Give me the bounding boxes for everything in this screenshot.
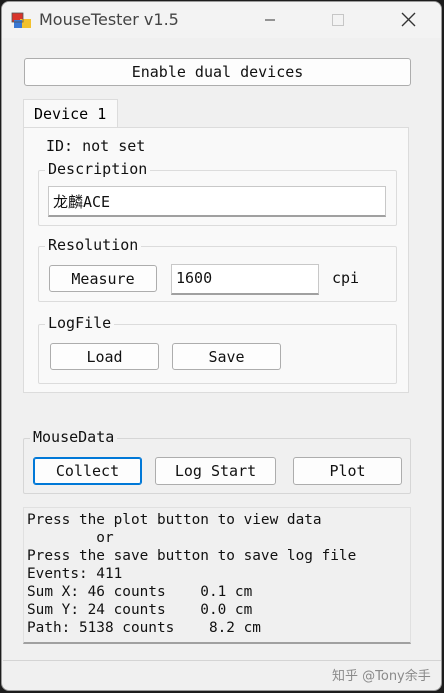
output-line: Press the plot button to view data [27, 512, 322, 528]
save-button[interactable]: Save [172, 343, 281, 370]
minimize-icon [265, 19, 275, 21]
output-line: Path: 5138 counts 8.2 cm [27, 620, 261, 636]
output-line: Press the save button to save log file [27, 548, 357, 564]
minimize-button[interactable] [247, 2, 293, 38]
status-separator [3, 660, 441, 661]
maximize-icon [332, 14, 344, 26]
measure-button[interactable]: Measure [49, 265, 157, 292]
output-line: or [27, 530, 114, 546]
description-input[interactable]: 龙麟ACE [48, 186, 386, 217]
logfile-group: LogFile Load Save [38, 314, 397, 384]
resolution-group-title: Resolution [45, 236, 142, 254]
watermark-text: 知乎 @Tony余手 [332, 669, 431, 684]
device-id-label: ID: not set [46, 137, 146, 155]
title-bar[interactable]: MouseTester v1.5 [2, 2, 441, 38]
main-window: MouseTester v1.5 Enable dual devices Dev… [1, 1, 442, 691]
mousedata-group-title: MouseData [30, 428, 118, 446]
close-button[interactable] [384, 2, 430, 38]
device-tab-page: ID: not set Description 龙麟ACE Resolution… [23, 127, 409, 393]
app-icon [11, 12, 31, 28]
logfile-group-title: LogFile [45, 314, 115, 332]
resolution-input[interactable]: 1600 [171, 264, 319, 295]
collect-button[interactable]: Collect [33, 457, 142, 485]
resolution-group: Resolution Measure 1600 cpi [38, 236, 397, 302]
plot-button[interactable]: Plot [293, 457, 402, 485]
output-line: Events: 411 [27, 566, 123, 582]
description-group: Description 龙麟ACE [38, 160, 397, 226]
enable-dual-devices-button[interactable]: Enable dual devices [24, 58, 411, 86]
close-icon [401, 12, 416, 27]
output-line: Sum X: 46 counts 0.1 cm [27, 584, 253, 600]
log-start-button[interactable]: Log Start [155, 457, 276, 485]
tab-device-1[interactable]: Device 1 [23, 99, 118, 128]
mousedata-group: MouseData Collect Log Start Plot [23, 428, 411, 494]
load-button[interactable]: Load [50, 343, 159, 370]
window-title: MouseTester v1.5 [39, 10, 179, 29]
output-textbox[interactable]: Press the plot button to view data or Pr… [23, 507, 411, 644]
maximize-button[interactable] [314, 2, 360, 38]
resolution-unit-label: cpi [332, 269, 360, 287]
output-line: Sum Y: 24 counts 0.0 cm [27, 602, 253, 618]
description-group-title: Description [45, 160, 151, 178]
